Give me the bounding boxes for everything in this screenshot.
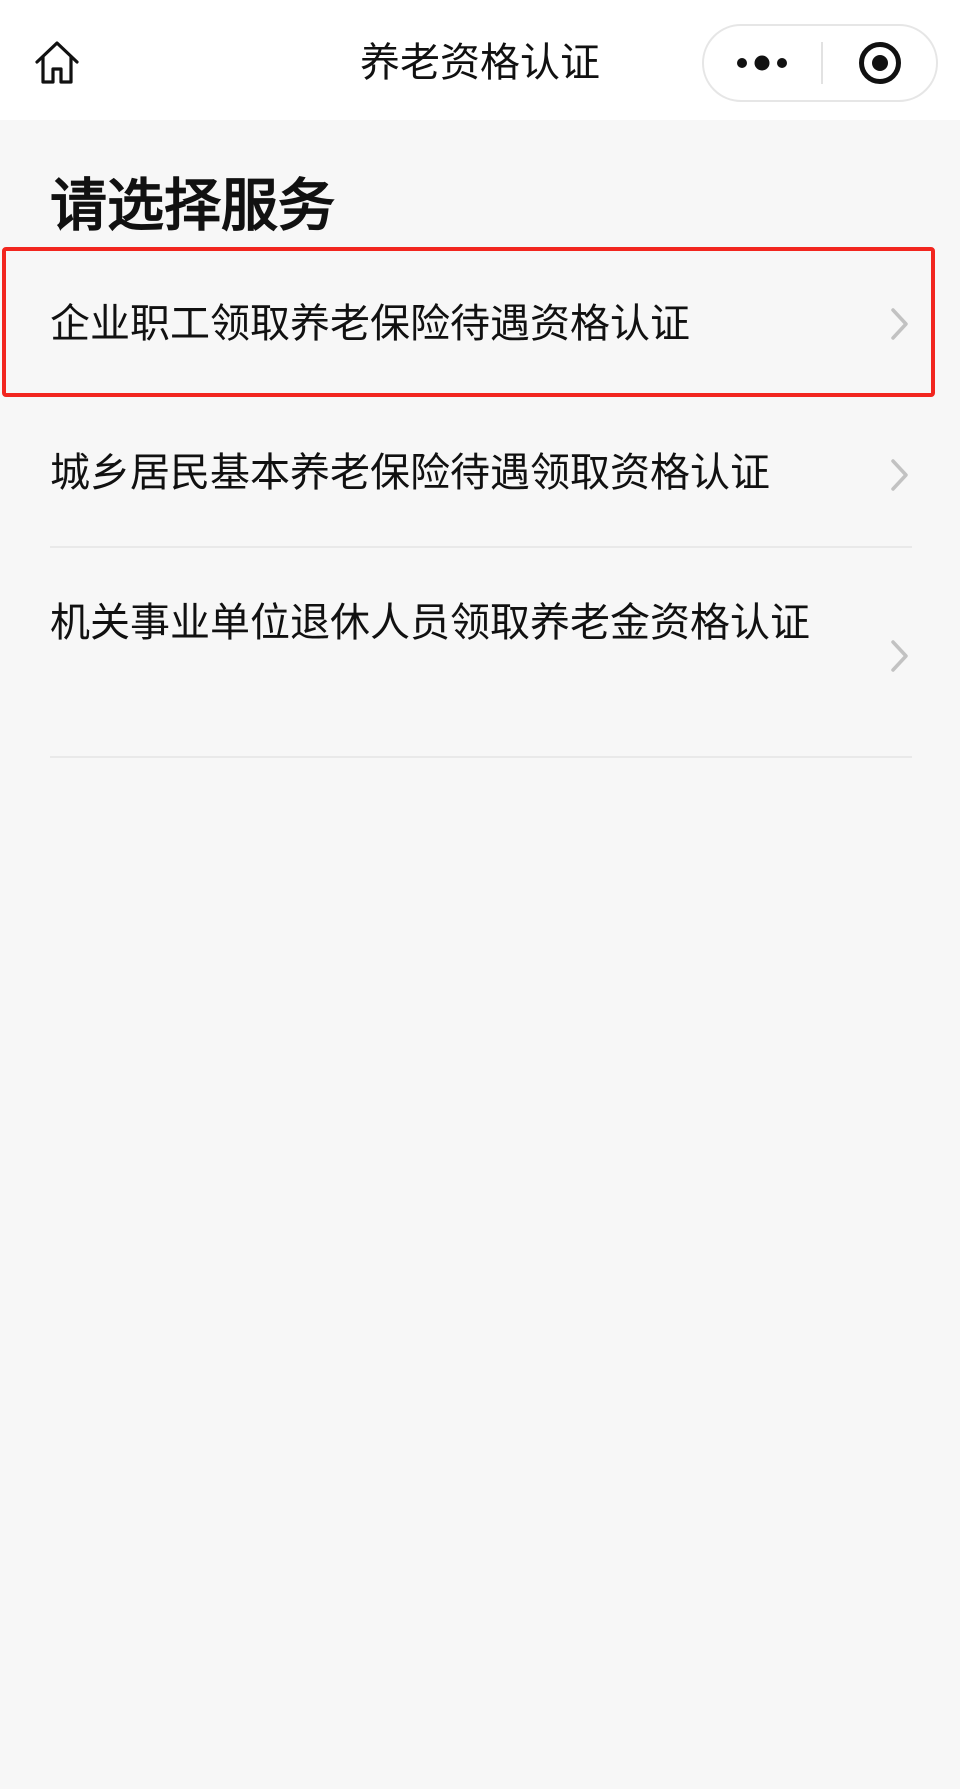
- close-button[interactable]: [823, 26, 936, 100]
- home-icon: [35, 41, 79, 84]
- chevron-right-icon: [891, 459, 908, 491]
- service-item-label: 企业职工领取养老保险待遇资格认证: [50, 301, 690, 347]
- list-divider: [50, 756, 912, 758]
- navigation-bar: 养老资格认证: [0, 0, 960, 120]
- capsule-menu: [702, 24, 938, 102]
- chevron-right-icon: [891, 640, 908, 672]
- more-button[interactable]: [704, 26, 819, 100]
- chevron-right-icon: [891, 308, 908, 340]
- service-item-government[interactable]: 机关事业单位退休人员领取养老金资格认证: [50, 593, 912, 672]
- section-heading: 请选择服务: [50, 173, 335, 239]
- close-target-icon: [858, 42, 901, 84]
- service-item-enterprise[interactable]: 企业职工领取养老保险待遇资格认证: [50, 294, 912, 354]
- list-divider: [50, 546, 912, 548]
- service-item-label: 城乡居民基本养老保险待遇领取资格认证: [50, 450, 770, 496]
- service-item-urban-rural[interactable]: 城乡居民基本养老保险待遇领取资格认证: [50, 443, 912, 503]
- home-button[interactable]: [24, 30, 90, 96]
- service-item-label: 机关事业单位退休人员领取养老金资格认证: [50, 600, 810, 646]
- more-dots-icon: [736, 55, 787, 71]
